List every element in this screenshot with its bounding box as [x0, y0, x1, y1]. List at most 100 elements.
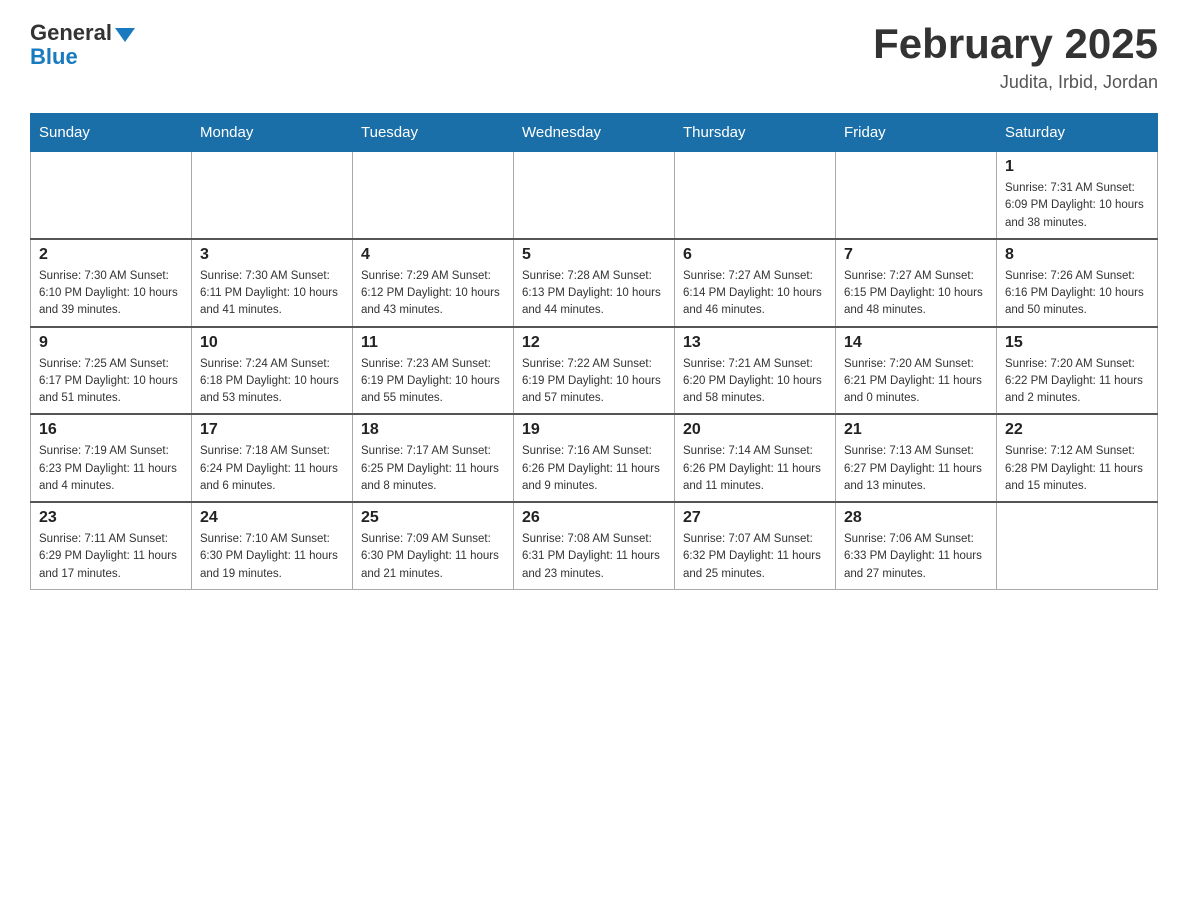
day-number: 17 — [200, 421, 344, 439]
calendar-cell-w3d4: 20 Sunrise: 7:14 AM Sunset: 6:26 PM Dayli… — [675, 414, 836, 502]
subtitle: Judita, Irbid, Jordan — [873, 72, 1158, 93]
day-info: Sunrise: 7:30 AM Sunset: 6:10 PM Dayligh… — [39, 268, 183, 320]
day-number: 26 — [522, 509, 666, 527]
calendar-header: SundayMondayTuesdayWednesdayThursdayFrid… — [31, 114, 1158, 152]
calendar-cell-w3d1: 17 Sunrise: 7:18 AM Sunset: 6:24 PM Dayli… — [192, 414, 353, 502]
day-info: Sunrise: 7:10 AM Sunset: 6:30 PM Dayligh… — [200, 531, 344, 583]
day-info: Sunrise: 7:24 AM Sunset: 6:18 PM Dayligh… — [200, 356, 344, 408]
calendar-cell-w0d6: 1Sunrise: 7:31 AM Sunset: 6:09 PM Daylig… — [997, 152, 1158, 239]
calendar-week-0: 1Sunrise: 7:31 AM Sunset: 6:09 PM Daylig… — [31, 152, 1158, 239]
day-number: 19 — [522, 421, 666, 439]
calendar-cell-w2d1: 10 Sunrise: 7:24 AM Sunset: 6:18 PM Dayli… — [192, 327, 353, 415]
calendar-cell-w2d6: 15 Sunrise: 7:20 AM Sunset: 6:22 PM Dayli… — [997, 327, 1158, 415]
day-number: 12 — [522, 334, 666, 352]
day-number: 10 — [200, 334, 344, 352]
calendar-cell-w0d4 — [675, 152, 836, 239]
calendar-cell-w1d6: 8Sunrise: 7:26 AM Sunset: 6:16 PM Daylig… — [997, 239, 1158, 327]
header-wednesday: Wednesday — [514, 114, 675, 152]
day-info: Sunrise: 7:22 AM Sunset: 6:19 PM Dayligh… — [522, 356, 666, 408]
calendar-cell-w0d5 — [836, 152, 997, 239]
day-info: Sunrise: 7:09 AM Sunset: 6:30 PM Dayligh… — [361, 531, 505, 583]
calendar-cell-w3d5: 21 Sunrise: 7:13 AM Sunset: 6:27 PM Dayli… — [836, 414, 997, 502]
calendar-cell-w3d6: 22 Sunrise: 7:12 AM Sunset: 6:28 PM Dayli… — [997, 414, 1158, 502]
calendar-cell-w1d3: 5 Sunrise: 7:28 AM Sunset: 6:13 PM Daylig… — [514, 239, 675, 327]
calendar-cell-w0d2 — [353, 152, 514, 239]
calendar-cell-w2d5: 14 Sunrise: 7:20 AM Sunset: 6:21 PM Dayli… — [836, 327, 997, 415]
day-number: 2 — [39, 246, 183, 264]
calendar-cell-w4d4: 27Sunrise: 7:07 AM Sunset: 6:32 PM Dayli… — [675, 502, 836, 589]
header-monday: Monday — [192, 114, 353, 152]
day-info: Sunrise: 7:19 AM Sunset: 6:23 PM Dayligh… — [39, 443, 183, 495]
header-saturday: Saturday — [997, 114, 1158, 152]
day-info: Sunrise: 7:12 AM Sunset: 6:28 PM Dayligh… — [1005, 443, 1149, 495]
day-number: 25 — [361, 509, 505, 527]
day-info: Sunrise: 7:21 AM Sunset: 6:20 PM Dayligh… — [683, 356, 827, 408]
calendar-cell-w0d1 — [192, 152, 353, 239]
calendar-cell-w4d5: 28 Sunrise: 7:06 AM Sunset: 6:33 PM Dayli… — [836, 502, 997, 589]
calendar-cell-w3d2: 18 Sunrise: 7:17 AM Sunset: 6:25 PM Dayli… — [353, 414, 514, 502]
day-info: Sunrise: 7:16 AM Sunset: 6:26 PM Dayligh… — [522, 443, 666, 495]
calendar-table: SundayMondayTuesdayWednesdayThursdayFrid… — [30, 113, 1158, 590]
calendar-cell-w1d1: 3 Sunrise: 7:30 AM Sunset: 6:11 PM Daylig… — [192, 239, 353, 327]
calendar-body: 1Sunrise: 7:31 AM Sunset: 6:09 PM Daylig… — [31, 152, 1158, 590]
calendar-cell-w2d4: 13Sunrise: 7:21 AM Sunset: 6:20 PM Dayli… — [675, 327, 836, 415]
calendar-cell-w2d0: 9 Sunrise: 7:25 AM Sunset: 6:17 PM Daylig… — [31, 327, 192, 415]
calendar-cell-w1d2: 4Sunrise: 7:29 AM Sunset: 6:12 PM Daylig… — [353, 239, 514, 327]
day-info: Sunrise: 7:25 AM Sunset: 6:17 PM Dayligh… — [39, 356, 183, 408]
day-number: 14 — [844, 334, 988, 352]
day-number: 21 — [844, 421, 988, 439]
day-number: 18 — [361, 421, 505, 439]
day-number: 5 — [522, 246, 666, 264]
calendar-cell-w1d5: 7Sunrise: 7:27 AM Sunset: 6:15 PM Daylig… — [836, 239, 997, 327]
day-number: 16 — [39, 421, 183, 439]
calendar-week-4: 23 Sunrise: 7:11 AM Sunset: 6:29 PM Dayli… — [31, 502, 1158, 589]
calendar-cell-w4d2: 25 Sunrise: 7:09 AM Sunset: 6:30 PM Dayli… — [353, 502, 514, 589]
day-number: 15 — [1005, 334, 1149, 352]
day-info: Sunrise: 7:30 AM Sunset: 6:11 PM Dayligh… — [200, 268, 344, 320]
day-info: Sunrise: 7:06 AM Sunset: 6:33 PM Dayligh… — [844, 531, 988, 583]
day-number: 3 — [200, 246, 344, 264]
day-number: 28 — [844, 509, 988, 527]
day-info: Sunrise: 7:11 AM Sunset: 6:29 PM Dayligh… — [39, 531, 183, 583]
calendar-cell-w4d6 — [997, 502, 1158, 589]
day-info: Sunrise: 7:27 AM Sunset: 6:14 PM Dayligh… — [683, 268, 827, 320]
calendar-cell-w4d1: 24 Sunrise: 7:10 AM Sunset: 6:30 PM Dayli… — [192, 502, 353, 589]
logo-blue-text: Blue — [30, 44, 78, 70]
calendar-cell-w1d4: 6 Sunrise: 7:27 AM Sunset: 6:14 PM Daylig… — [675, 239, 836, 327]
title-section: February 2025 Judita, Irbid, Jordan — [873, 20, 1158, 93]
day-number: 22 — [1005, 421, 1149, 439]
day-number: 1 — [1005, 158, 1149, 176]
calendar-week-2: 9 Sunrise: 7:25 AM Sunset: 6:17 PM Daylig… — [31, 327, 1158, 415]
day-info: Sunrise: 7:13 AM Sunset: 6:27 PM Dayligh… — [844, 443, 988, 495]
calendar-week-3: 16 Sunrise: 7:19 AM Sunset: 6:23 PM Dayli… — [31, 414, 1158, 502]
day-number: 11 — [361, 334, 505, 352]
calendar-cell-w1d0: 2 Sunrise: 7:30 AM Sunset: 6:10 PM Daylig… — [31, 239, 192, 327]
day-info: Sunrise: 7:28 AM Sunset: 6:13 PM Dayligh… — [522, 268, 666, 320]
page-header: General Blue February 2025 Judita, Irbid… — [30, 20, 1158, 93]
day-info: Sunrise: 7:14 AM Sunset: 6:26 PM Dayligh… — [683, 443, 827, 495]
day-info: Sunrise: 7:29 AM Sunset: 6:12 PM Dayligh… — [361, 268, 505, 320]
day-number: 20 — [683, 421, 827, 439]
calendar-cell-w4d3: 26 Sunrise: 7:08 AM Sunset: 6:31 PM Dayli… — [514, 502, 675, 589]
calendar-cell-w2d3: 12 Sunrise: 7:22 AM Sunset: 6:19 PM Dayli… — [514, 327, 675, 415]
day-info: Sunrise: 7:07 AM Sunset: 6:32 PM Dayligh… — [683, 531, 827, 583]
day-number: 23 — [39, 509, 183, 527]
logo: General Blue — [30, 20, 135, 70]
day-number: 9 — [39, 334, 183, 352]
calendar-cell-w3d3: 19 Sunrise: 7:16 AM Sunset: 6:26 PM Dayli… — [514, 414, 675, 502]
header-row: SundayMondayTuesdayWednesdayThursdayFrid… — [31, 114, 1158, 152]
day-info: Sunrise: 7:17 AM Sunset: 6:25 PM Dayligh… — [361, 443, 505, 495]
calendar-cell-w2d2: 11 Sunrise: 7:23 AM Sunset: 6:19 PM Dayli… — [353, 327, 514, 415]
day-number: 24 — [200, 509, 344, 527]
day-info: Sunrise: 7:18 AM Sunset: 6:24 PM Dayligh… — [200, 443, 344, 495]
day-number: 7 — [844, 246, 988, 264]
day-number: 6 — [683, 246, 827, 264]
main-title: February 2025 — [873, 20, 1158, 68]
day-info: Sunrise: 7:20 AM Sunset: 6:22 PM Dayligh… — [1005, 356, 1149, 408]
day-info: Sunrise: 7:20 AM Sunset: 6:21 PM Dayligh… — [844, 356, 988, 408]
day-info: Sunrise: 7:08 AM Sunset: 6:31 PM Dayligh… — [522, 531, 666, 583]
calendar-cell-w3d0: 16 Sunrise: 7:19 AM Sunset: 6:23 PM Dayli… — [31, 414, 192, 502]
logo-arrow-icon — [115, 28, 135, 42]
day-info: Sunrise: 7:23 AM Sunset: 6:19 PM Dayligh… — [361, 356, 505, 408]
header-friday: Friday — [836, 114, 997, 152]
